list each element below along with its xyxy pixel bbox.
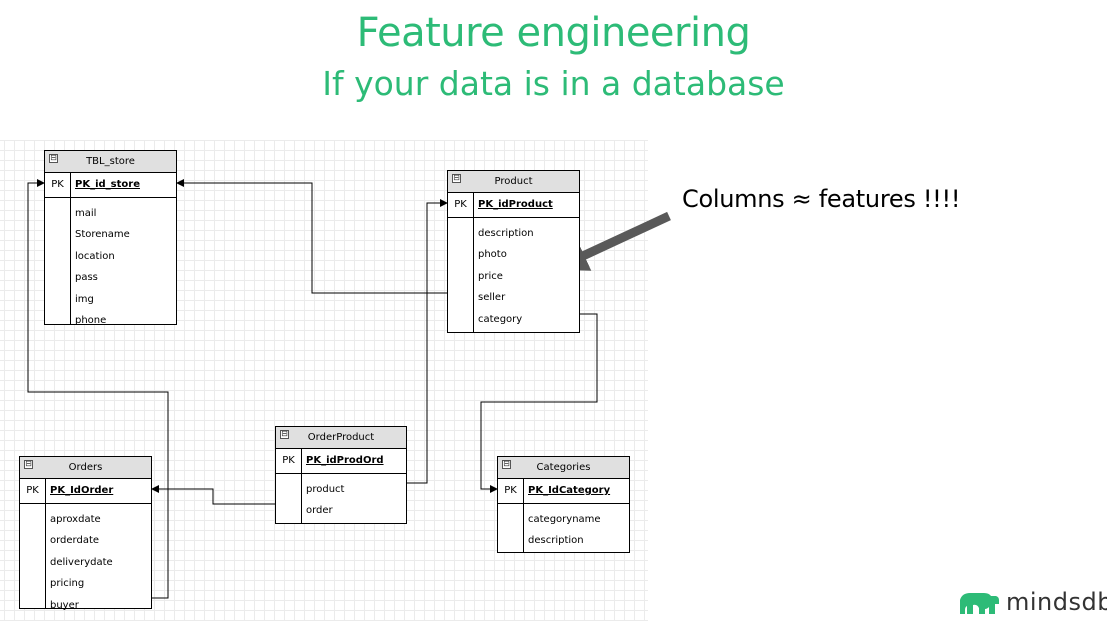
pk-field: PK_IdOrder (50, 485, 114, 496)
primary-key-row: PK PK_id_store (45, 173, 176, 198)
entity-header: ⊟ OrderProduct (276, 427, 406, 449)
entity-categories[interactable]: ⊟ Categories PK PK_IdCategory categoryna… (497, 456, 630, 553)
field-items: description photo price seller category (474, 218, 534, 332)
entity-name: Product (494, 176, 533, 187)
pk-label: PK (448, 193, 474, 217)
field-item: mail (75, 208, 97, 219)
collapse-icon[interactable]: ⊟ (452, 174, 461, 183)
field-items: categoryname description (524, 504, 601, 552)
bear-icon (960, 593, 999, 614)
entity-name: Orders (68, 462, 103, 473)
collapse-icon[interactable]: ⊟ (502, 460, 511, 469)
connector-orderproduct-product (407, 199, 448, 484)
field-item: deliverydate (50, 556, 113, 568)
field-item: phone (75, 314, 107, 326)
pk-label: PK (20, 479, 46, 503)
field-item: product (306, 484, 345, 495)
field-gutter (276, 474, 302, 523)
logo-text: mindsdb (1006, 588, 1107, 616)
field-gutter (20, 504, 46, 608)
primary-key-row: PK PK_IdCategory (498, 479, 629, 504)
entity-name: TBL_store (86, 156, 135, 167)
field-item: Storename (75, 229, 130, 241)
pk-field: PK_IdCategory (528, 485, 611, 496)
field-item: description (478, 228, 534, 239)
field-item: orderdate (50, 535, 100, 547)
mindsdb-logo: mindsdb (958, 588, 1107, 616)
primary-key-row: PK PK_IdOrder (20, 479, 151, 504)
entity-orderproduct[interactable]: ⊟ OrderProduct PK PK_idProdOrd product o… (275, 426, 407, 524)
entity-name: OrderProduct (307, 432, 375, 443)
pk-label: PK (276, 449, 302, 473)
primary-key-row: PK PK_idProduct (448, 193, 579, 218)
field-item: pricing (50, 578, 85, 590)
field-items: mail Storename location pass img phone (71, 198, 130, 326)
connector-product-store (176, 179, 447, 294)
field-item: description (528, 535, 584, 547)
field-gutter (498, 504, 524, 552)
pk-field: PK_id_store (75, 179, 140, 190)
collapse-icon[interactable]: ⊟ (280, 430, 289, 439)
collapse-icon[interactable]: ⊟ (49, 154, 58, 163)
entity-product[interactable]: ⊟ Product PK PK_idProduct description ph… (447, 170, 580, 333)
field-list: mail Storename location pass img phone (45, 198, 176, 326)
connector-orderproduct-orders (151, 485, 275, 505)
field-items: product order (302, 474, 344, 523)
entity-tbl-store[interactable]: ⊟ TBL_store PK PK_id_store mail Storenam… (44, 150, 177, 326)
field-list: description photo price seller category (448, 218, 579, 332)
entity-header: ⊟ Product (448, 171, 579, 193)
entity-header: ⊟ Categories (498, 457, 629, 479)
field-item: aproxdate (50, 514, 101, 525)
field-list: aproxdate orderdate deliverydate pricing… (20, 504, 151, 611)
field-item: pass (75, 272, 98, 284)
entity-name: Categories (536, 462, 591, 473)
field-item: img (75, 293, 94, 305)
pk-field: PK_idProduct (478, 199, 553, 210)
field-items: aproxdate orderdate deliverydate pricing… (46, 504, 113, 611)
entity-header: ⊟ Orders (20, 457, 151, 479)
field-item: seller (478, 292, 506, 304)
field-item: price (478, 270, 503, 282)
field-gutter (45, 198, 71, 324)
field-item: buyer (50, 599, 79, 611)
pk-label: PK (498, 479, 524, 503)
entity-orders[interactable]: ⊟ Orders PK PK_IdOrder aproxdate orderda… (19, 456, 152, 611)
pk-label: PK (45, 173, 71, 197)
field-gutter (448, 218, 474, 332)
pk-field: PK_idProdOrd (306, 455, 384, 466)
entity-header: ⊟ TBL_store (45, 151, 176, 173)
field-item: categoryname (528, 514, 601, 525)
field-item: category (478, 313, 523, 325)
field-list: categoryname description (498, 504, 629, 552)
columns-features-annotation: Columns ≈ features !!!! (682, 185, 961, 213)
collapse-icon[interactable]: ⊟ (24, 460, 33, 469)
field-item: order (306, 505, 333, 517)
field-list: product order (276, 474, 406, 523)
field-item: location (75, 250, 115, 262)
primary-key-row: PK PK_idProdOrd (276, 449, 406, 474)
field-item: photo (478, 249, 507, 261)
